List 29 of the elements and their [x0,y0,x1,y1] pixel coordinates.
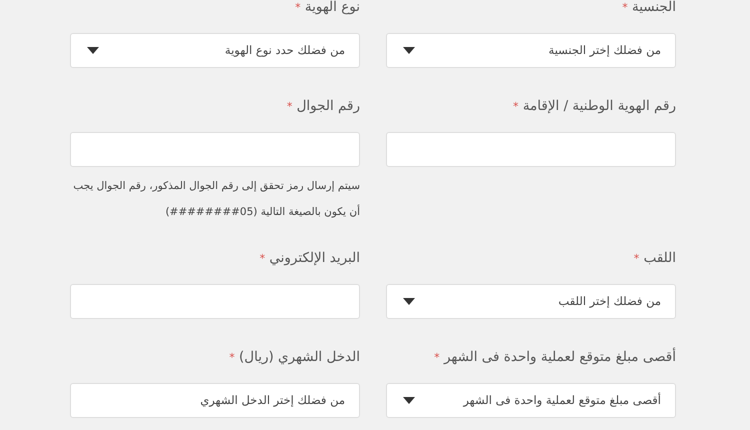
input-field[interactable]: من فضلك إختر الدخل الشهري [70,383,360,418]
help-text: سيتم إرسال رمز تحقق إلى رقم الجوال المذكور، رقم الجوال يجب أن يكون بالصيغة التالية (05########) [72,179,360,220]
field-label: البريد الإلكتروني [269,250,360,266]
field-label: اللقب [644,250,676,266]
field-label: أقصى مبلغ متوقع لعملية واحدة فى الشهر [444,349,676,365]
required-mark: * [295,1,301,14]
dropdown[interactable]: من فضلك إختر اللقب [386,284,676,319]
required-mark: * [513,100,519,113]
input-field[interactable] [386,132,676,167]
dropdown[interactable]: من فضلك حدد نوع الهوية [70,33,360,68]
field-label: رقم الجوال [296,98,360,114]
required-mark: * [286,100,292,113]
field-label: الجنسية [632,0,676,15]
field-label: نوع الهوية [304,0,360,15]
caret-icon [403,298,415,305]
caret-icon [403,397,415,404]
dropdown[interactable]: أقصى مبلغ متوقع لعملية واحدة فى الشهر [386,383,676,418]
dropdown[interactable]: من فضلك إختر الجنسية [386,33,676,68]
field-label: الدخل الشهري (ريال) [239,349,360,365]
input-field[interactable] [70,132,360,167]
caret-icon [87,47,99,54]
required-mark: * [634,252,640,265]
required-mark: * [260,252,266,265]
input-field[interactable] [70,284,360,319]
required-mark: * [434,351,440,364]
required-mark: * [622,1,628,14]
field-label: رقم الهوية الوطنية / الإقامة [522,98,676,114]
caret-icon [403,47,415,54]
required-mark: * [229,351,235,364]
